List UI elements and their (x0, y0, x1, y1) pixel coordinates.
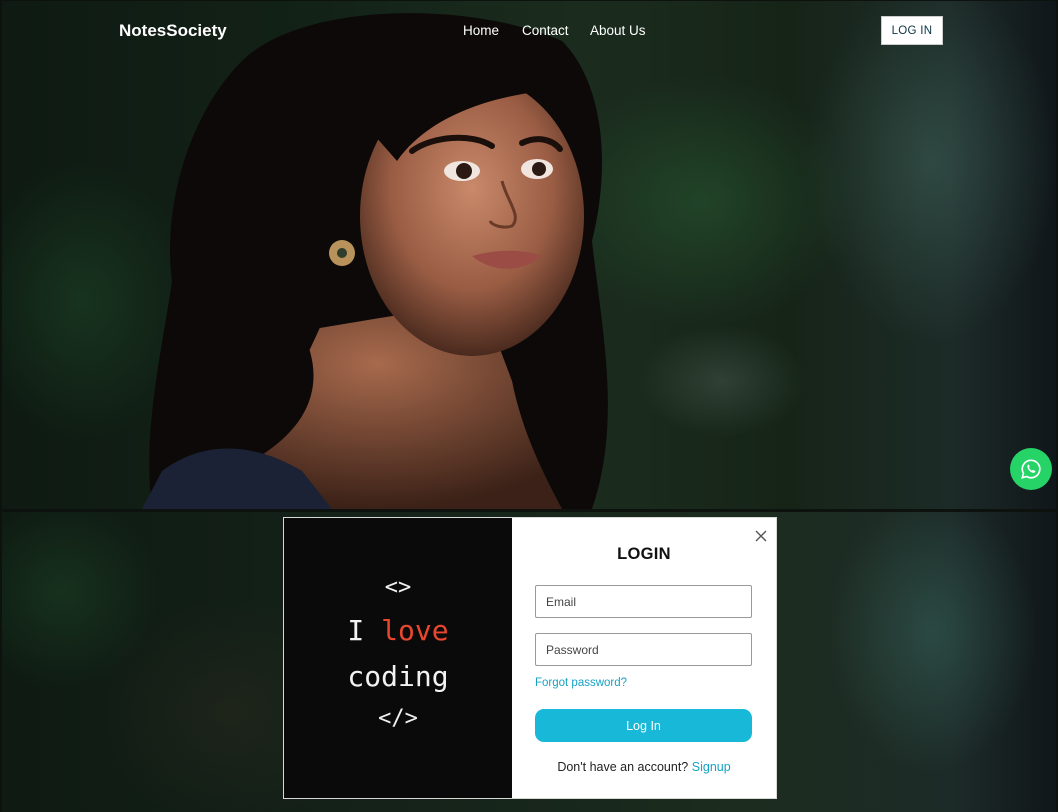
login-modal: <> I love coding </> LOGIN Forgot passwo… (283, 517, 777, 799)
artwork-open-tag: <> (384, 575, 412, 600)
nav-link-about-us[interactable]: About Us (590, 23, 646, 38)
top-navbar: NotesSociety Home Contact About Us LOG I… (2, 1, 1056, 63)
brand-logo[interactable]: NotesSociety (119, 21, 227, 41)
hero-banner: NotesSociety Home Contact About Us LOG I… (2, 1, 1056, 509)
login-button[interactable]: LOG IN (881, 16, 943, 45)
artwork-love-text: love (381, 614, 449, 647)
whatsapp-icon (1021, 459, 1041, 479)
forgot-password-link[interactable]: Forgot password? (535, 677, 627, 689)
artwork-coding-text: coding (347, 660, 449, 693)
artwork-close-tag: </> (378, 706, 418, 731)
signup-prompt: Don't have an account? Signup (512, 760, 776, 774)
email-field[interactable] (535, 585, 752, 618)
signup-link[interactable]: Signup (692, 760, 731, 774)
artwork-love-line: I love (284, 614, 512, 647)
password-field[interactable] (535, 633, 752, 666)
i-love-coding-artwork: <> I love coding </> (284, 518, 512, 798)
nav-link-contact[interactable]: Contact (522, 23, 569, 38)
log-in-submit-button[interactable]: Log In (535, 709, 752, 742)
nav-link-home[interactable]: Home (463, 23, 499, 38)
whatsapp-chat-button[interactable] (1010, 448, 1052, 490)
close-icon[interactable] (752, 527, 770, 545)
artwork-i-text: I (347, 614, 382, 647)
signup-prompt-text: Don't have an account? (557, 760, 689, 774)
hero-portrait-image (142, 13, 608, 509)
login-title: LOGIN (617, 545, 671, 563)
